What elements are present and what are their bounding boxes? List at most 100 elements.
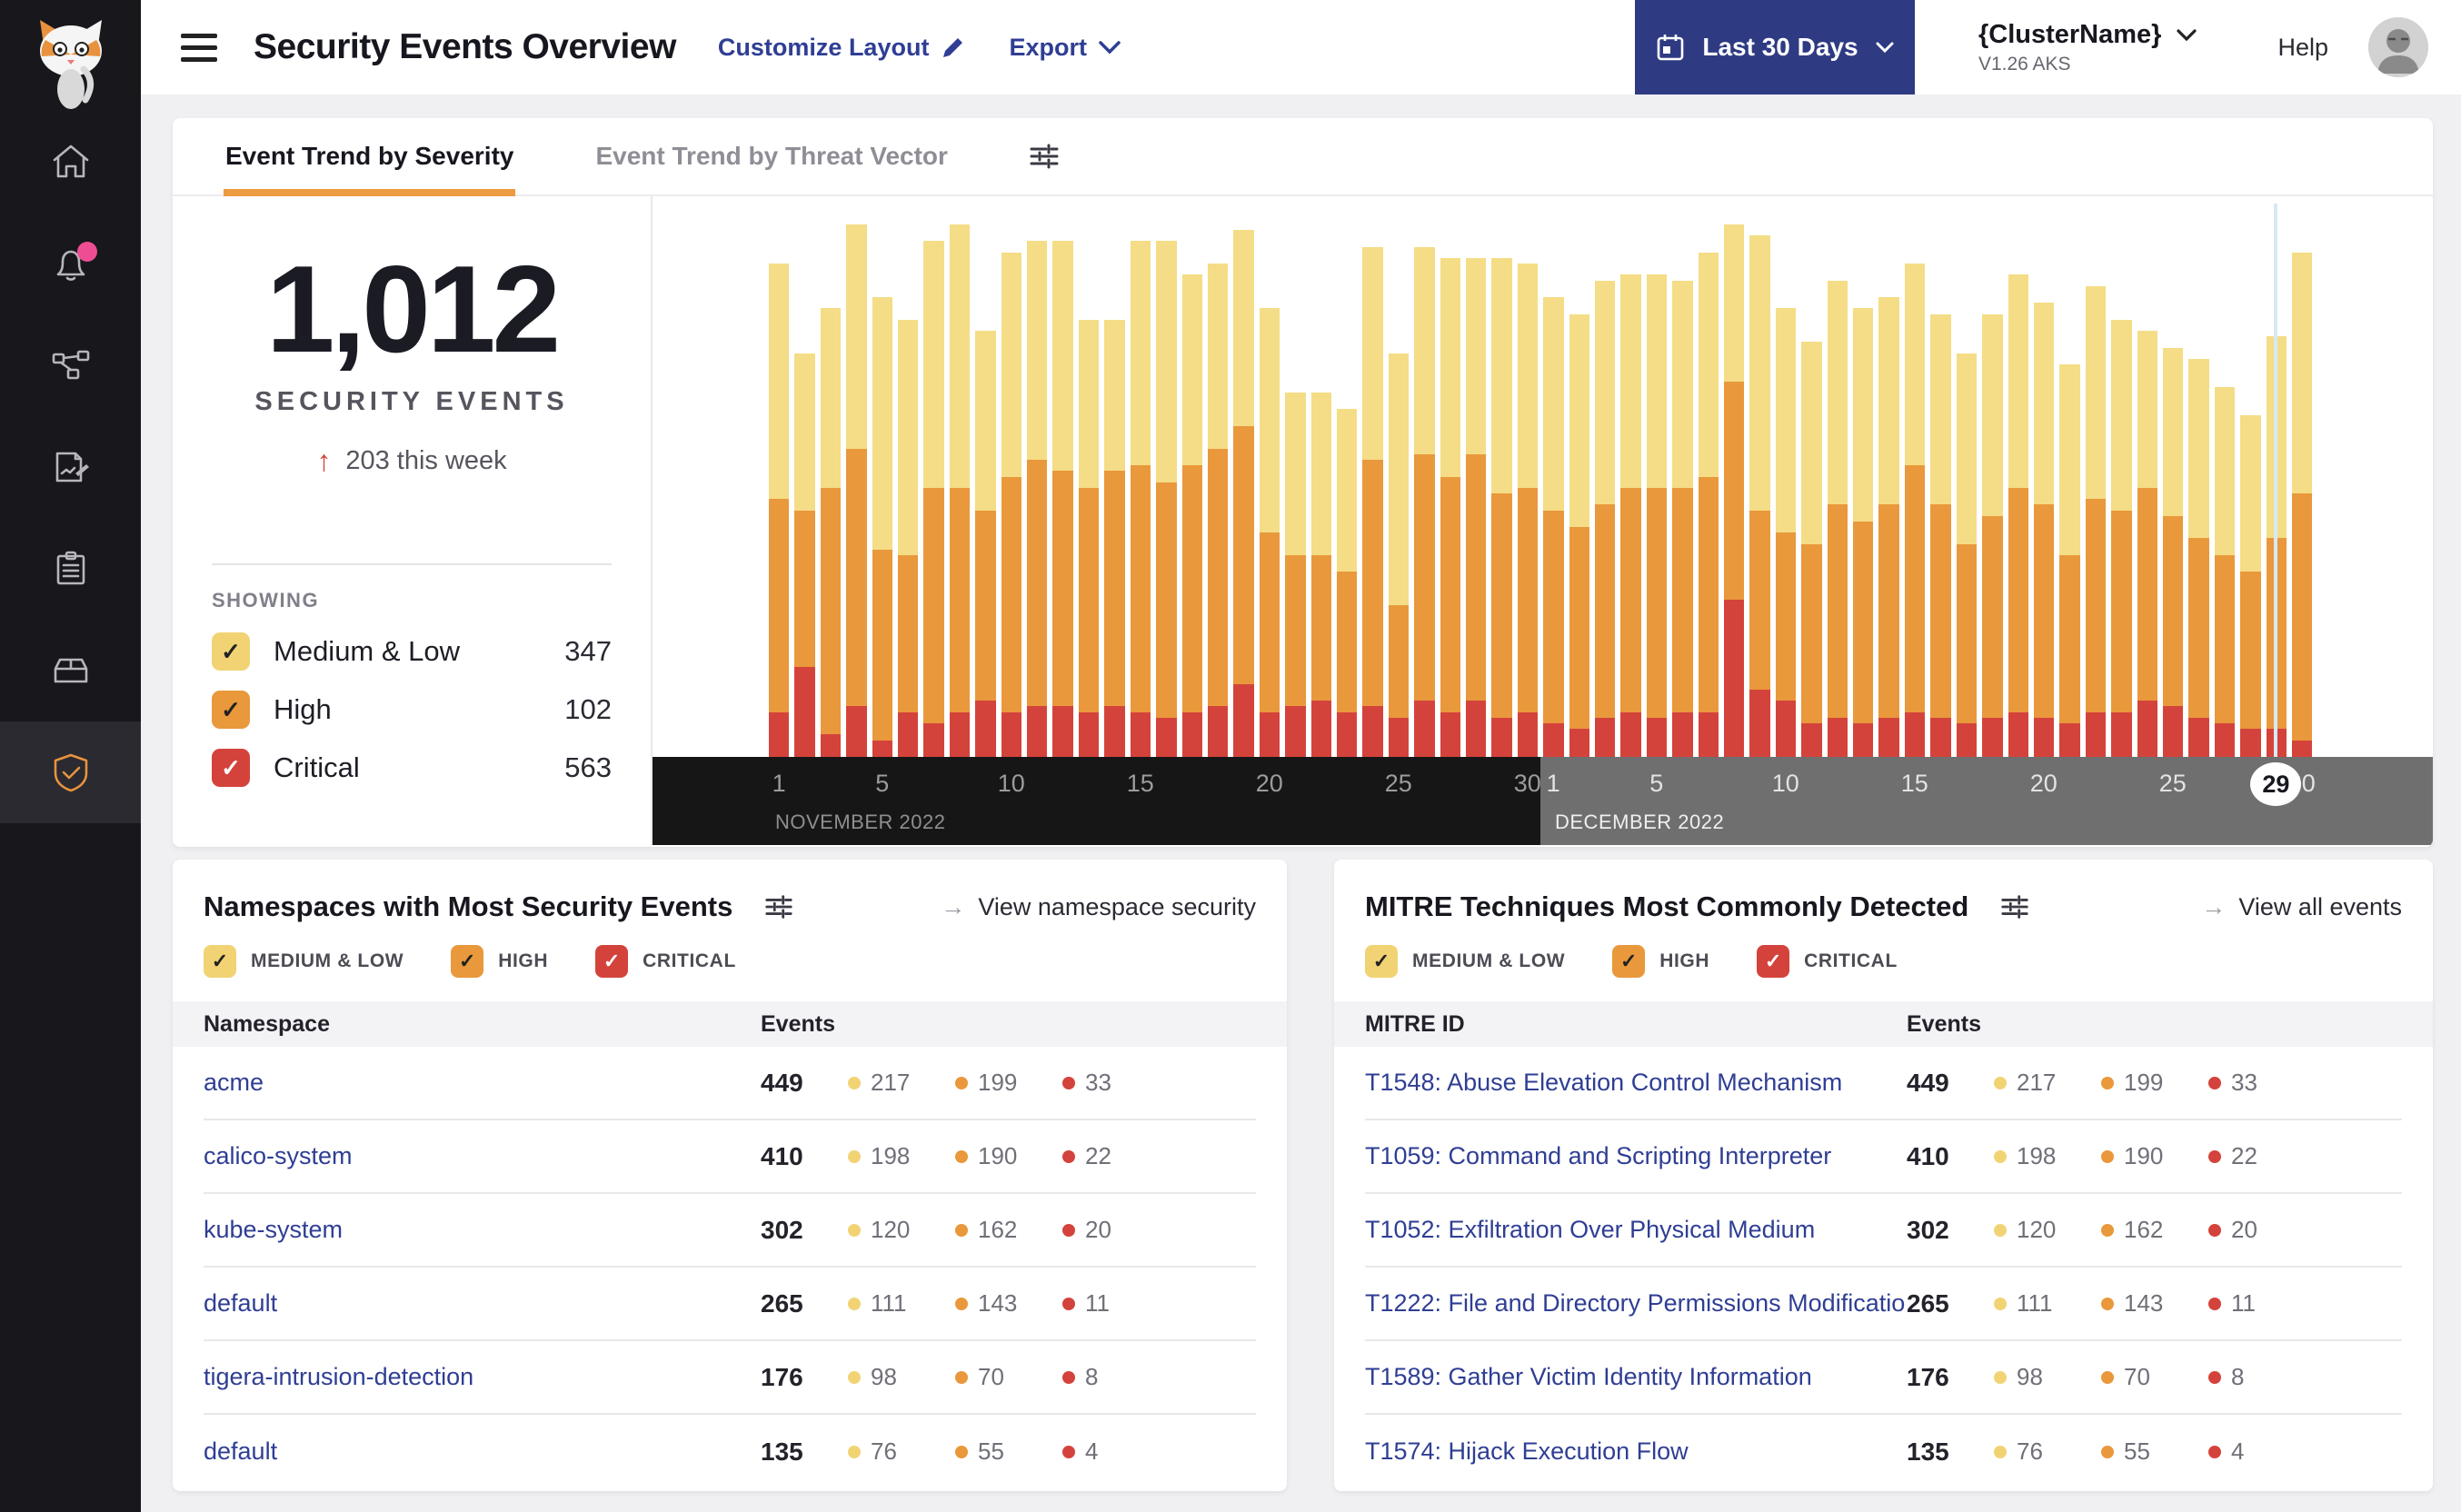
chart-bar[interactable] <box>2212 196 2237 757</box>
mitre-technique-link[interactable]: T1589: Gather Victim Identity Informatio… <box>1365 1363 1812 1391</box>
chart-bar[interactable] <box>921 196 946 757</box>
chart-bar[interactable] <box>972 196 998 757</box>
chart-bar[interactable] <box>1230 196 1256 757</box>
critical-checkbox[interactable] <box>212 749 250 787</box>
chart-bar[interactable] <box>1618 196 1643 757</box>
sidebar-item-policy-edit[interactable] <box>0 416 141 518</box>
namespace-link[interactable]: default <box>204 1437 277 1466</box>
high-checkbox[interactable] <box>451 945 484 978</box>
chart-bar[interactable] <box>1282 196 1308 757</box>
namespace-link[interactable]: acme <box>204 1069 264 1097</box>
chart-bar[interactable] <box>792 196 817 757</box>
chart-bar[interactable] <box>1101 196 1127 757</box>
chart-bar[interactable] <box>1334 196 1360 757</box>
mitre-technique-link[interactable]: T1548: Abuse Elevation Control Mechanism <box>1365 1069 1842 1097</box>
sidebar-item-service-graph[interactable] <box>0 314 141 416</box>
chart-bar[interactable] <box>1438 196 1463 757</box>
sidebar-item-security-events[interactable] <box>0 721 141 823</box>
chart-bar[interactable] <box>2289 196 2315 757</box>
chart-bar[interactable] <box>818 196 843 757</box>
chart-bar[interactable] <box>1309 196 1334 757</box>
chart-bar[interactable] <box>1205 196 1230 757</box>
calico-cat-logo[interactable] <box>27 13 115 111</box>
chart-bar[interactable] <box>2006 196 2031 757</box>
menu-toggle-button[interactable] <box>181 33 217 62</box>
customize-layout-button[interactable]: Customize Layout <box>718 34 968 62</box>
chart-bar[interactable] <box>1825 196 1850 757</box>
chart-bar[interactable] <box>1721 196 1747 757</box>
medium-low-checkbox[interactable] <box>204 945 236 978</box>
chart-bar[interactable] <box>2186 196 2211 757</box>
chart-bar[interactable] <box>1773 196 1798 757</box>
chart-bar[interactable] <box>843 196 869 757</box>
chart-bar[interactable] <box>2108 196 2134 757</box>
chart-bar[interactable] <box>1024 196 1050 757</box>
chart-bar[interactable] <box>1463 196 1489 757</box>
mitre-technique-link[interactable]: T1222: File and Directory Permissions Mo… <box>1365 1289 1907 1318</box>
chart-bar[interactable] <box>1850 196 1876 757</box>
high-checkbox[interactable] <box>212 691 250 729</box>
chart-bar[interactable] <box>1669 196 1695 757</box>
selected-day-marker[interactable]: 29 <box>2250 762 2302 806</box>
medium-low-checkbox[interactable] <box>1365 945 1398 978</box>
chart-bar[interactable] <box>1257 196 1282 757</box>
namespaces-filter-settings-button[interactable] <box>763 891 794 922</box>
chart-bar[interactable] <box>1979 196 2005 757</box>
tab-event-trend-by-severity[interactable]: Event Trend by Severity <box>224 118 516 196</box>
sidebar-item-home[interactable] <box>0 111 141 213</box>
chart-bar[interactable] <box>1360 196 1385 757</box>
chart-bar[interactable] <box>1540 196 1566 757</box>
chart-bar[interactable] <box>2057 196 2082 757</box>
chart-bar[interactable] <box>2031 196 2057 757</box>
export-button[interactable]: Export <box>1009 34 1121 62</box>
chart-bar[interactable] <box>1386 196 1411 757</box>
chart-bar[interactable] <box>2237 196 2263 757</box>
chart-bar[interactable] <box>1644 196 1669 757</box>
chart-bar[interactable] <box>1515 196 1540 757</box>
namespace-link[interactable]: kube-system <box>204 1216 343 1244</box>
chart-bar[interactable] <box>1592 196 1618 757</box>
chart-bar[interactable] <box>1567 196 1592 757</box>
mitre-technique-link[interactable]: T1052: Exfiltration Over Physical Medium <box>1365 1216 1815 1244</box>
critical-checkbox[interactable] <box>1757 945 1790 978</box>
chart-bar[interactable] <box>2160 196 2186 757</box>
chart-bar[interactable] <box>1876 196 1901 757</box>
namespace-link[interactable]: calico-system <box>204 1142 353 1170</box>
namespace-link[interactable]: tigera-intrusion-detection <box>204 1363 473 1391</box>
chart-bar[interactable] <box>1489 196 1514 757</box>
chart-bar[interactable] <box>1128 196 1153 757</box>
user-avatar[interactable] <box>2368 17 2428 77</box>
chart-bar[interactable] <box>870 196 895 757</box>
chart-bar[interactable] <box>1153 196 1179 757</box>
cluster-selector[interactable]: {ClusterName} V1.26 AKS <box>1978 20 2197 75</box>
trend-filter-settings-button[interactable] <box>1028 118 1061 194</box>
chart-bar[interactable] <box>1180 196 1205 757</box>
date-range-button[interactable]: Last 30 Days <box>1634 0 1915 94</box>
critical-checkbox[interactable] <box>595 945 629 978</box>
chart-bar[interactable] <box>1928 196 1953 757</box>
chart-bar[interactable] <box>1696 196 1721 757</box>
high-checkbox[interactable] <box>1612 945 1646 978</box>
chart-bar[interactable] <box>1798 196 1824 757</box>
chart-bar[interactable] <box>2135 196 2160 757</box>
sidebar-item-workloads[interactable] <box>0 620 141 721</box>
sidebar-item-compliance[interactable] <box>0 518 141 620</box>
help-link[interactable]: Help <box>2277 34 2328 62</box>
chart-bar[interactable] <box>1954 196 1979 757</box>
chart-bar[interactable] <box>1411 196 1437 757</box>
namespace-link[interactable]: default <box>204 1289 277 1318</box>
chart-bar[interactable] <box>1076 196 1101 757</box>
view-all-events-link[interactable]: → View all events <box>2201 893 2402 921</box>
sidebar-item-notifications[interactable] <box>0 213 141 314</box>
chart-bar[interactable] <box>895 196 921 757</box>
chart-bar[interactable] <box>947 196 972 757</box>
chart-bar[interactable] <box>1050 196 1075 757</box>
chart-bar[interactable] <box>1747 196 1772 757</box>
mitre-technique-link[interactable]: T1574: Hijack Execution Flow <box>1365 1437 1689 1466</box>
chart-bar[interactable] <box>999 196 1024 757</box>
mitre-filter-settings-button[interactable] <box>1999 891 2030 922</box>
chart-bar[interactable] <box>766 196 792 757</box>
chart-bar[interactable] <box>2083 196 2108 757</box>
mitre-technique-link[interactable]: T1059: Command and Scripting Interpreter <box>1365 1142 1831 1170</box>
chart-bar[interactable] <box>1902 196 1928 757</box>
